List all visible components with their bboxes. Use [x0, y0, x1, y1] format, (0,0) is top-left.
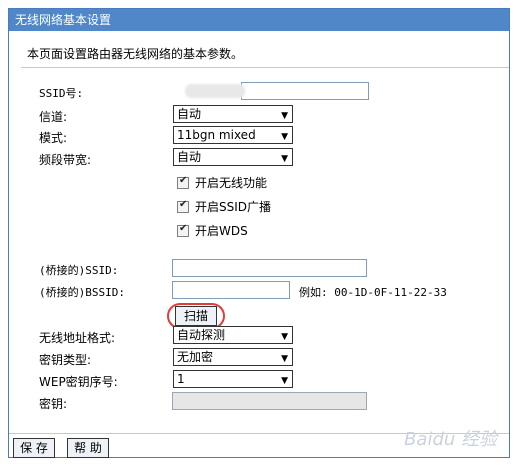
chevron-down-icon: ▼: [281, 332, 288, 342]
mode-label: 模式:: [39, 131, 68, 145]
enable-ssid-broadcast-label: 开启SSID广播: [195, 200, 272, 214]
bandwidth-value: 自动: [177, 150, 202, 164]
chevron-down-icon: ▼: [281, 154, 288, 164]
watermark: Baidu 经验: [404, 429, 497, 450]
chevron-down-icon: ▼: [281, 132, 288, 142]
chevron-down-icon: ▼: [281, 354, 288, 364]
enable-wireless-checkbox[interactable]: [177, 175, 189, 189]
bandwidth-label: 频段带宽:: [39, 153, 92, 167]
divider: [21, 67, 509, 68]
ssid-input[interactable]: [241, 82, 369, 100]
key-type-label: 密钥类型:: [39, 353, 92, 367]
enable-ssid-broadcast-checkbox[interactable]: [177, 199, 189, 213]
bridge-ssid-label: (桥接的)SSID:: [39, 264, 119, 277]
mode-value: 11bgn mixed: [177, 128, 256, 142]
enable-ssid-broadcast-row[interactable]: 开启SSID广播: [177, 198, 271, 215]
key-label: 密钥:: [39, 397, 68, 411]
bridge-bssid-label: (桥接的)BSSID:: [39, 286, 125, 299]
channel-select[interactable]: 自动 ▼: [173, 105, 293, 123]
enable-wds-row[interactable]: 开启WDS: [177, 222, 248, 239]
help-button[interactable]: 帮 助: [67, 438, 109, 458]
wireless-addr-format-value: 自动探测: [177, 328, 226, 342]
chevron-down-icon: ▼: [281, 376, 288, 386]
wireless-basic-settings-panel: 无线网络基本设置 本页面设置路由器无线网络的基本参数。 SSID号: 信道: 自…: [8, 8, 510, 458]
key-type-value: 无加密: [177, 350, 214, 364]
wireless-addr-format-label: 无线地址格式:: [39, 331, 116, 345]
bridge-bssid-input[interactable]: [172, 281, 290, 299]
wireless-addr-format-select[interactable]: 自动探测 ▼: [173, 326, 293, 344]
wep-index-value: 1: [177, 372, 185, 386]
wep-index-select[interactable]: 1 ▼: [173, 370, 293, 388]
enable-wireless-row[interactable]: 开启无线功能: [177, 174, 267, 191]
panel-description: 本页面设置路由器无线网络的基本参数。: [27, 47, 244, 61]
panel-title: 无线网络基本设置: [9, 9, 509, 31]
enable-wireless-label: 开启无线功能: [195, 176, 268, 190]
channel-value: 自动: [177, 107, 202, 121]
ssid-label: SSID号:: [39, 87, 84, 100]
wep-index-label: WEP密钥序号:: [39, 375, 118, 389]
enable-wds-checkbox[interactable]: [177, 223, 189, 237]
enable-wds-label: 开启WDS: [195, 224, 248, 238]
save-button[interactable]: 保 存: [13, 438, 55, 458]
channel-label: 信道:: [39, 110, 68, 124]
chevron-down-icon: ▼: [281, 111, 288, 121]
bandwidth-select[interactable]: 自动 ▼: [173, 148, 293, 166]
key-type-select[interactable]: 无加密 ▼: [173, 348, 293, 366]
mode-select[interactable]: 11bgn mixed ▼: [173, 126, 293, 144]
bridge-ssid-input[interactable]: [172, 259, 367, 277]
bssid-example: 例如: 00-1D-0F-11-22-33: [299, 286, 447, 299]
key-input[interactable]: [172, 392, 367, 410]
ssid-redacted: [185, 84, 245, 98]
